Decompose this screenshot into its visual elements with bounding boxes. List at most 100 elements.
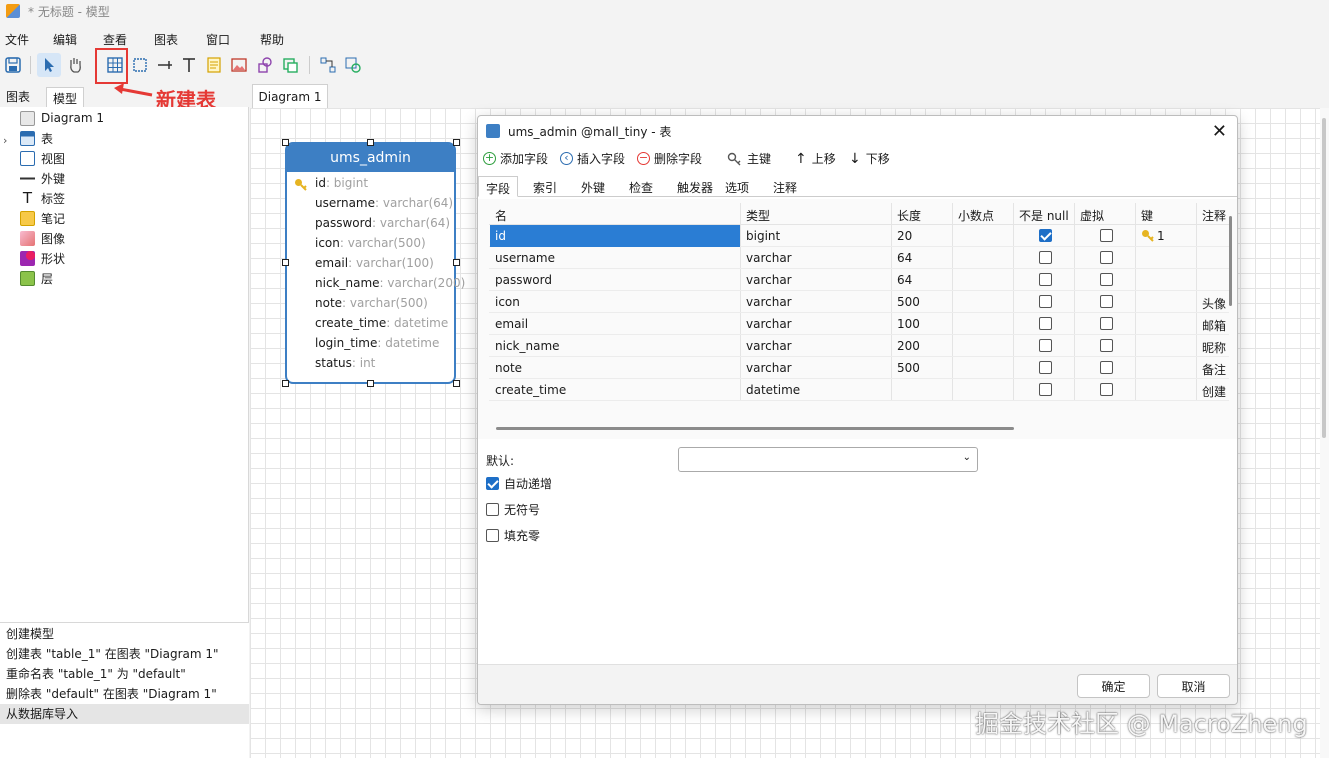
column-header-key[interactable]: 键: [1141, 207, 1153, 224]
tree-item-table[interactable]: 表: [20, 128, 53, 148]
tree-item-layer[interactable]: 层: [20, 268, 53, 288]
tab-diagram-1[interactable]: Diagram 1: [252, 84, 328, 108]
cell-length[interactable]: 20: [897, 229, 912, 243]
cell-name[interactable]: email: [495, 317, 528, 331]
not-null-checkbox[interactable]: [1039, 317, 1052, 330]
entity-ums-admin[interactable]: ums_admin id: bigint username: varchar(6…: [285, 142, 465, 384]
menu-window[interactable]: 窗口: [206, 28, 230, 51]
not-null-checkbox[interactable]: [1039, 229, 1052, 242]
cell-name[interactable]: note: [495, 361, 522, 375]
zerofill-checkbox[interactable]: [486, 529, 499, 542]
column-header-type[interactable]: 类型: [746, 207, 770, 224]
grid-scrollbar[interactable]: [1229, 216, 1232, 306]
virtual-checkbox[interactable]: [1100, 295, 1113, 308]
table-row[interactable]: icon varchar 500 头像: [489, 291, 1229, 313]
not-null-checkbox[interactable]: [1039, 295, 1052, 308]
scrollbar-thumb[interactable]: [1322, 118, 1326, 438]
resize-handle[interactable]: [453, 380, 460, 387]
virtual-checkbox[interactable]: [1100, 317, 1113, 330]
new-view-button[interactable]: [128, 53, 152, 77]
virtual-checkbox[interactable]: [1100, 273, 1113, 286]
history-item[interactable]: 重命名表 "table_1" 为 "default": [0, 664, 249, 684]
tree-item-diagram[interactable]: Diagram 1: [20, 108, 104, 128]
column-header-not-null[interactable]: 不是 null: [1019, 207, 1069, 224]
not-null-checkbox[interactable]: [1039, 339, 1052, 352]
cell-type[interactable]: varchar: [746, 317, 792, 331]
move-up-button[interactable]: ↑ 上移: [795, 150, 836, 167]
cell-type[interactable]: bigint: [746, 229, 780, 243]
unsigned-option[interactable]: 无符号: [486, 501, 540, 518]
cell-name[interactable]: create_time: [495, 383, 566, 397]
tree-item-note[interactable]: 笔记: [20, 208, 65, 228]
insert-field-button[interactable]: ‹ 插入字段: [560, 150, 625, 167]
cell-type[interactable]: varchar: [746, 295, 792, 309]
column-header-decimals[interactable]: 小数点: [958, 207, 994, 224]
history-item[interactable]: 从数据库导入: [0, 704, 249, 724]
tab-diagram[interactable]: 图表: [0, 86, 36, 107]
tab-indexes[interactable]: 索引: [526, 176, 564, 197]
cell-name[interactable]: nick_name: [495, 339, 560, 353]
resize-handle[interactable]: [282, 380, 289, 387]
primary-key-button[interactable]: 主键: [727, 150, 771, 167]
virtual-checkbox[interactable]: [1100, 229, 1113, 242]
grid-horizontal-scrollbar[interactable]: [496, 427, 1014, 430]
cell-type[interactable]: varchar: [746, 361, 792, 375]
cell-comment[interactable]: 昵称: [1202, 339, 1226, 356]
tree-item-image[interactable]: 图像: [20, 228, 65, 248]
move-down-button[interactable]: ↓ 下移: [849, 150, 890, 167]
column-header-name[interactable]: 名: [495, 207, 507, 224]
cell-length[interactable]: 64: [897, 251, 912, 265]
not-null-checkbox[interactable]: [1039, 251, 1052, 264]
auto-increment-checkbox[interactable]: [486, 477, 499, 490]
resize-handle[interactable]: [282, 259, 289, 266]
unsigned-checkbox[interactable]: [486, 503, 499, 516]
cell-length[interactable]: 500: [897, 361, 920, 375]
cell-length[interactable]: 500: [897, 295, 920, 309]
cancel-button[interactable]: 取消: [1157, 674, 1230, 698]
history-item[interactable]: 删除表 "default" 在图表 "Diagram 1": [0, 684, 249, 704]
column-header-comment[interactable]: 注释: [1202, 207, 1226, 224]
auto-layout-button[interactable]: [316, 53, 340, 77]
add-field-button[interactable]: + 添加字段: [483, 150, 548, 167]
resize-handle[interactable]: [453, 139, 460, 146]
zerofill-option[interactable]: 填充零: [486, 527, 540, 544]
not-null-checkbox[interactable]: [1039, 273, 1052, 286]
sync-button[interactable]: [341, 53, 365, 77]
pointer-tool-button[interactable]: [37, 53, 61, 77]
cell-length[interactable]: 200: [897, 339, 920, 353]
save-button[interactable]: [1, 53, 25, 77]
virtual-checkbox[interactable]: [1100, 383, 1113, 396]
cell-comment[interactable]: 备注: [1202, 361, 1226, 378]
ok-button[interactable]: 确定: [1077, 674, 1150, 698]
new-label-button[interactable]: [177, 53, 201, 77]
not-null-checkbox[interactable]: [1039, 361, 1052, 374]
tab-triggers[interactable]: 触发器: [670, 176, 720, 197]
cell-name[interactable]: password: [495, 273, 552, 287]
cell-name[interactable]: icon: [495, 295, 520, 309]
cell-length[interactable]: 100: [897, 317, 920, 331]
tree-item-foreign-key[interactable]: 外键: [20, 168, 65, 188]
tree-item-shape[interactable]: 形状: [20, 248, 65, 268]
cell-type[interactable]: varchar: [746, 339, 792, 353]
history-item[interactable]: 创建模型: [0, 624, 249, 644]
table-row[interactable]: create_time datetime 创建: [489, 379, 1229, 401]
cell-name[interactable]: username: [495, 251, 555, 265]
menu-edit[interactable]: 编辑: [53, 28, 77, 51]
cell-comment[interactable]: 邮箱: [1202, 317, 1226, 334]
canvas-scrollbar[interactable]: [1320, 108, 1329, 758]
menu-file[interactable]: 文件: [5, 28, 29, 51]
table-row[interactable]: id bigint 20 1: [489, 225, 1229, 247]
tab-checks[interactable]: 检查: [622, 176, 660, 197]
tree-item-label[interactable]: T 标签: [20, 188, 65, 208]
cell-type[interactable]: datetime: [746, 383, 800, 397]
new-image-button[interactable]: [227, 53, 251, 77]
column-header-length[interactable]: 长度: [897, 207, 921, 224]
menu-diagram[interactable]: 图表: [154, 28, 178, 51]
delete-field-button[interactable]: − 删除字段: [637, 150, 702, 167]
table-row[interactable]: note varchar 500 备注: [489, 357, 1229, 379]
resize-handle[interactable]: [453, 259, 460, 266]
cell-length[interactable]: 64: [897, 273, 912, 287]
expand-arrow-icon[interactable]: ›: [3, 134, 7, 147]
table-row[interactable]: email varchar 100 邮箱: [489, 313, 1229, 335]
cell-name[interactable]: id: [495, 229, 506, 243]
